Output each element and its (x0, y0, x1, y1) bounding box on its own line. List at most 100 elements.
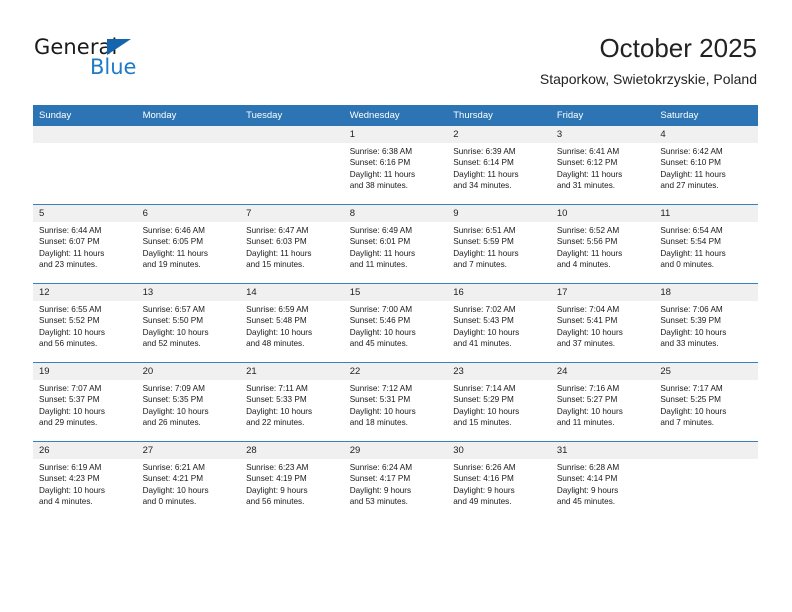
day-detail-line: Daylight: 10 hours (39, 485, 105, 495)
calendar-day-cell[interactable]: 25 Sunrise: 7:17 AM Sunset: 5:25 PM Dayligh… (654, 362, 758, 442)
calendar-day-cell[interactable]: 28 Sunrise: 6:23 AM Sunset: 4:19 PM Dayligh… (240, 441, 344, 520)
day-detail-line: Sunrise: 6:59 AM (246, 305, 309, 314)
day-detail-line: Sunset: 6:03 PM (246, 237, 307, 247)
day-detail-line: Daylight: 11 hours (349, 169, 416, 179)
day-detail-line: Sunrise: 6:49 AM (349, 226, 413, 235)
weekday-header-thursday: Thursday (447, 105, 551, 126)
day-detail-line: Sunset: 5:35 PM (142, 395, 204, 405)
calendar-day-cell[interactable]: 26 Sunrise: 6:19 AM Sunset: 4:23 PM Dayligh… (33, 441, 137, 520)
day-details: Sunrise: 6:28 AM Sunset: 4:14 PM Daylight:… (550, 459, 655, 520)
day-detail-line: Sunset: 5:54 PM (660, 237, 721, 247)
calendar-cell-empty (654, 441, 758, 520)
day-detail-line: Sunrise: 7:12 AM (349, 384, 413, 393)
day-number (240, 126, 344, 143)
day-detail-line: and 53 minutes. (349, 497, 408, 507)
day-number: 14 (240, 284, 344, 301)
day-detail-line: Sunset: 4:17 PM (349, 474, 411, 484)
day-details: Sunrise: 6:55 AM Sunset: 5:52 PM Daylight:… (33, 301, 137, 362)
day-detail-line: Sunset: 5:43 PM (453, 316, 514, 326)
calendar-day-cell[interactable]: 8 Sunrise: 6:49 AM Sunset: 6:01 PM Daylight… (343, 204, 448, 284)
day-detail-line: Daylight: 10 hours (556, 327, 623, 337)
page-header: General Blue October 2025 Staporkow, Swi… (0, 0, 792, 100)
day-detail-line: Sunset: 4:21 PM (142, 474, 204, 484)
calendar-day-cell[interactable]: 21 Sunrise: 7:11 AM Sunset: 5:33 PM Dayligh… (240, 362, 344, 442)
calendar-day-cell[interactable]: 14 Sunrise: 6:59 AM Sunset: 5:48 PM Dayligh… (240, 283, 344, 363)
calendar-day-cell[interactable]: 30 Sunrise: 6:26 AM Sunset: 4:16 PM Dayligh… (447, 441, 551, 520)
day-number: 13 (136, 284, 241, 301)
day-detail-line: Sunset: 5:52 PM (39, 316, 100, 326)
calendar-day-cell[interactable]: 27 Sunrise: 6:21 AM Sunset: 4:21 PM Dayligh… (136, 441, 241, 520)
day-details: Sunrise: 6:44 AM Sunset: 6:07 PM Daylight:… (33, 222, 137, 283)
day-detail-line: Sunset: 4:23 PM (39, 474, 100, 484)
day-detail-line: Sunset: 4:16 PM (453, 474, 514, 484)
day-detail-line: Daylight: 11 hours (556, 169, 623, 179)
day-detail-line: and 26 minutes. (142, 418, 201, 428)
brand-logo[interactable]: General Blue (34, 36, 274, 90)
day-detail-line: Sunrise: 7:07 AM (39, 384, 102, 393)
day-number: 8 (343, 205, 448, 222)
day-number: 18 (654, 284, 758, 301)
calendar-day-cell[interactable]: 11 Sunrise: 6:54 AM Sunset: 5:54 PM Dayligh… (654, 204, 758, 284)
day-number: 30 (447, 442, 551, 459)
calendar-cell-empty (136, 126, 241, 205)
calendar-day-cell[interactable]: 9 Sunrise: 6:51 AM Sunset: 5:59 PM Daylight… (447, 204, 551, 284)
day-number: 23 (447, 363, 551, 380)
calendar-table: Sunday Monday Tuesday Wednesday Thursday Frid… (33, 105, 758, 520)
calendar-day-cell[interactable]: 24 Sunrise: 7:16 AM Sunset: 5:27 PM Dayligh… (550, 362, 655, 442)
brand-word-blue: Blue (90, 55, 137, 79)
day-detail-line: Sunset: 5:59 PM (453, 237, 514, 247)
calendar-day-cell[interactable]: 17 Sunrise: 7:04 AM Sunset: 5:41 PM Dayligh… (550, 283, 655, 363)
triangle-icon (107, 39, 131, 55)
day-number: 17 (550, 284, 655, 301)
calendar-day-cell[interactable]: 10 Sunrise: 6:52 AM Sunset: 5:56 PM Dayligh… (550, 204, 655, 284)
calendar-day-cell[interactable]: 5 Sunrise: 6:44 AM Sunset: 6:07 PM Daylight… (33, 204, 137, 284)
calendar-day-cell[interactable]: 19 Sunrise: 7:07 AM Sunset: 5:37 PM Dayligh… (33, 362, 137, 442)
calendar-day-cell[interactable]: 20 Sunrise: 7:09 AM Sunset: 5:35 PM Dayligh… (136, 362, 241, 442)
calendar-day-cell[interactable]: 13 Sunrise: 6:57 AM Sunset: 5:50 PM Dayligh… (136, 283, 241, 363)
calendar-day-cell[interactable]: 7 Sunrise: 6:47 AM Sunset: 6:03 PM Daylight… (240, 204, 344, 284)
day-detail-line: Sunrise: 7:00 AM (349, 305, 413, 314)
day-detail-line: Sunrise: 7:06 AM (660, 305, 723, 314)
day-detail-line: Sunrise: 6:42 AM (660, 147, 723, 156)
day-details (240, 143, 344, 204)
calendar-day-cell[interactable]: 6 Sunrise: 6:46 AM Sunset: 6:05 PM Daylight… (136, 204, 241, 284)
day-detail-line: and 34 minutes. (453, 181, 512, 191)
calendar-day-cell[interactable]: 23 Sunrise: 7:14 AM Sunset: 5:29 PM Dayligh… (447, 362, 551, 442)
day-detail-line: and 15 minutes. (246, 260, 305, 270)
day-number: 20 (136, 363, 241, 380)
calendar-day-cell[interactable]: 16 Sunrise: 7:02 AM Sunset: 5:43 PM Dayligh… (447, 283, 551, 363)
day-number: 4 (654, 126, 758, 143)
day-detail-line: Sunrise: 7:09 AM (142, 384, 205, 393)
calendar-day-cell[interactable]: 22 Sunrise: 7:12 AM Sunset: 5:31 PM Dayligh… (343, 362, 448, 442)
day-number: 15 (343, 284, 448, 301)
day-detail-line: Daylight: 11 hours (142, 248, 208, 258)
day-detail-line: and 45 minutes. (349, 339, 408, 349)
calendar-day-cell[interactable]: 15 Sunrise: 7:00 AM Sunset: 5:46 PM Dayligh… (343, 283, 448, 363)
calendar-day-cell[interactable]: 3 Sunrise: 6:41 AM Sunset: 6:12 PM Daylight… (550, 126, 655, 205)
day-detail-line: Sunrise: 7:17 AM (660, 384, 723, 393)
day-detail-line: Daylight: 11 hours (660, 248, 726, 258)
calendar-day-cell[interactable]: 29 Sunrise: 6:24 AM Sunset: 4:17 PM Dayligh… (343, 441, 448, 520)
calendar-day-cell[interactable]: 1 Sunrise: 6:38 AM Sunset: 6:16 PM Daylight… (343, 126, 448, 205)
location-subtitle: Staporkow, Swietokrzyskie, Poland (539, 71, 757, 87)
day-number: 31 (550, 442, 655, 459)
day-detail-line: Sunrise: 6:57 AM (142, 305, 205, 314)
day-detail-line: Sunrise: 6:39 AM (453, 147, 516, 156)
day-detail-line: Sunset: 5:50 PM (142, 316, 204, 326)
day-detail-line: and 41 minutes. (453, 339, 512, 349)
day-detail-line: and 19 minutes. (142, 260, 201, 270)
day-number: 10 (550, 205, 655, 222)
day-detail-line: and 37 minutes. (556, 339, 616, 349)
day-detail-line: Sunrise: 6:51 AM (453, 226, 516, 235)
calendar-day-cell[interactable]: 18 Sunrise: 7:06 AM Sunset: 5:39 PM Dayligh… (654, 283, 758, 363)
day-detail-line: and 15 minutes. (453, 418, 512, 428)
calendar-day-cell[interactable]: 31 Sunrise: 6:28 AM Sunset: 4:14 PM Dayligh… (550, 441, 655, 520)
calendar-day-cell[interactable]: 12 Sunrise: 6:55 AM Sunset: 5:52 PM Dayligh… (33, 283, 137, 363)
day-detail-line: and 22 minutes. (246, 418, 305, 428)
calendar-body: 1 Sunrise: 6:38 AM Sunset: 6:16 PM Daylight… (33, 126, 758, 520)
day-number (33, 126, 137, 143)
day-details: Sunrise: 6:49 AM Sunset: 6:01 PM Daylight:… (343, 222, 448, 283)
calendar-day-cell[interactable]: 2 Sunrise: 6:39 AM Sunset: 6:14 PM Daylight… (447, 126, 551, 205)
calendar-day-cell[interactable]: 4 Sunrise: 6:42 AM Sunset: 6:10 PM Daylight… (654, 126, 758, 205)
title-block: October 2025 Staporkow, Swietokrzyskie, … (540, 32, 757, 89)
